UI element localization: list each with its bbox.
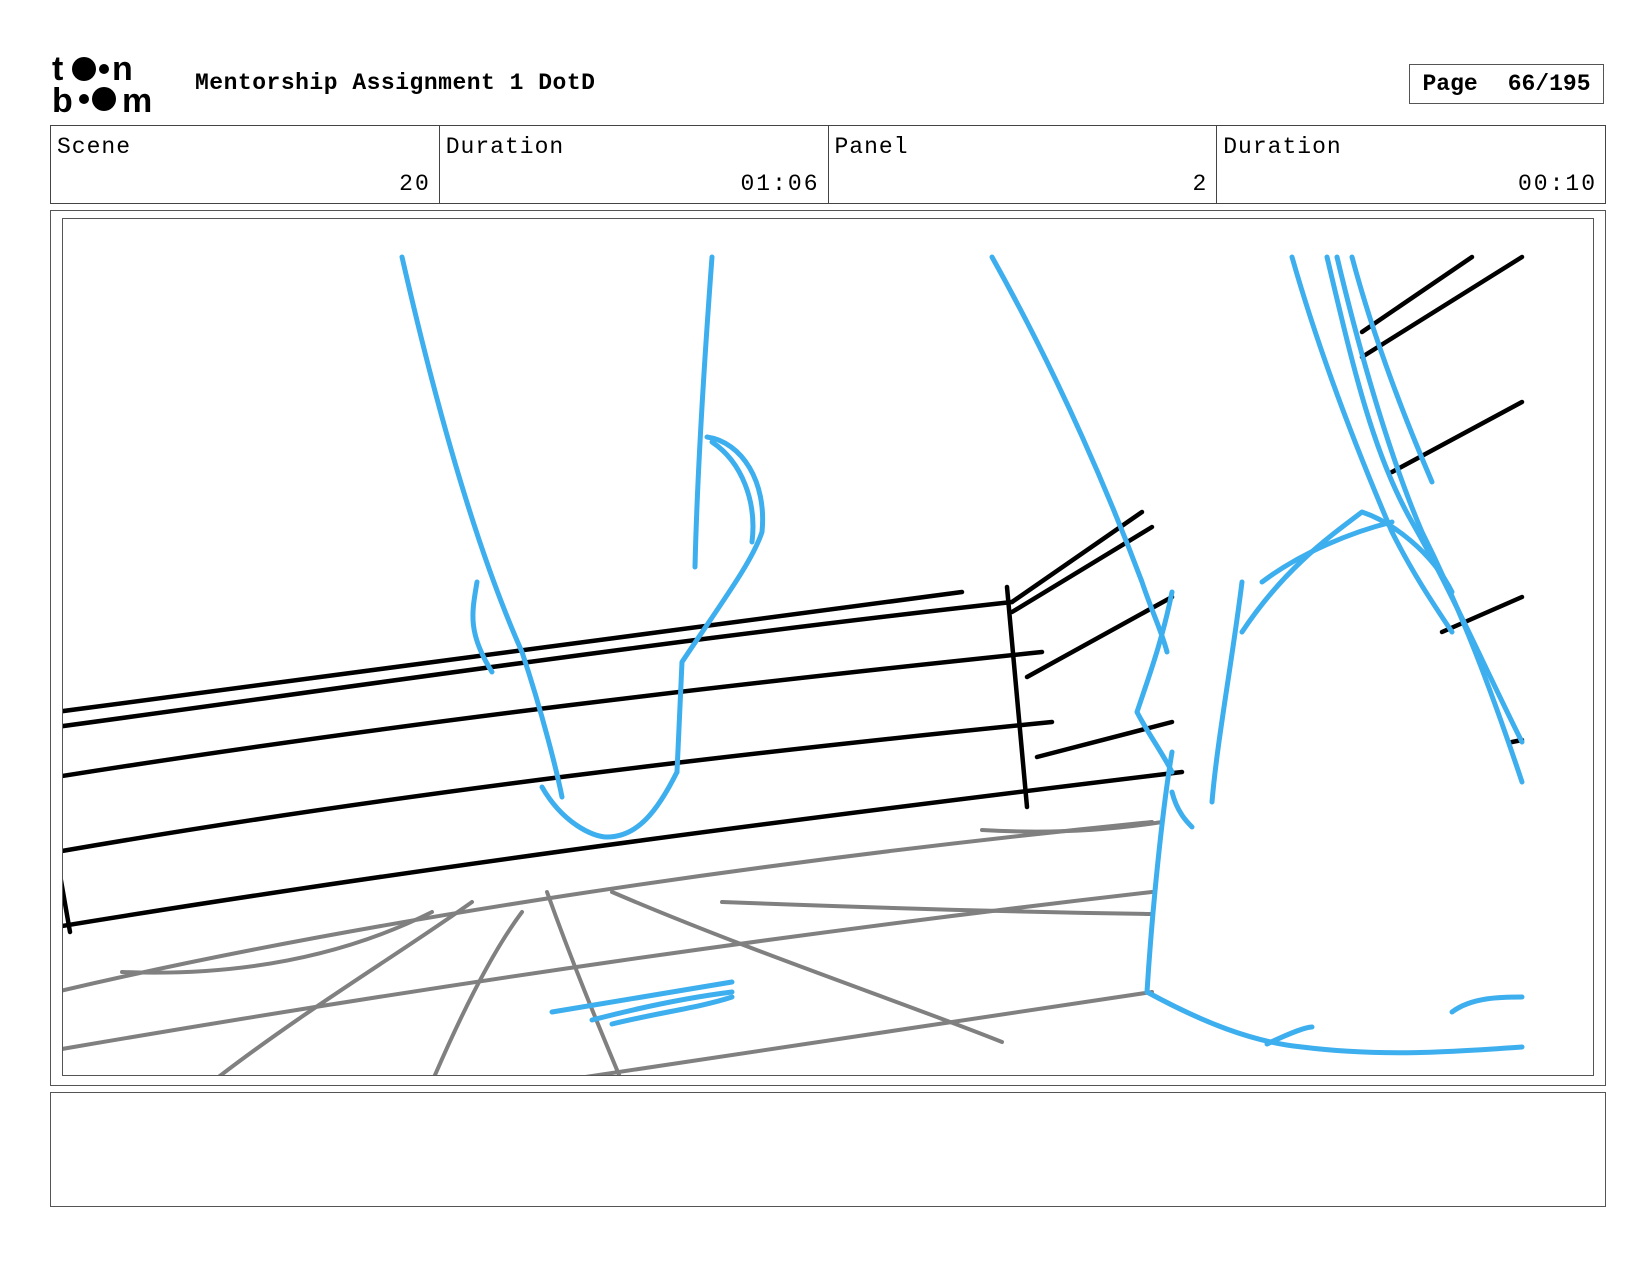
scene-info-row: Scene 20 Duration 01:06 Panel 2 Duration… bbox=[50, 125, 1606, 204]
storyboard-panel-frame bbox=[50, 210, 1606, 1086]
scene-cell: Scene 20 bbox=[51, 126, 440, 203]
toon-boom-logo-mark: t n b m bbox=[52, 52, 152, 116]
page-label: Page bbox=[1422, 71, 1478, 97]
scene-duration-value: 01:06 bbox=[740, 171, 820, 197]
panel-duration-value: 00:10 bbox=[1517, 171, 1597, 197]
panel-duration-label: Duration bbox=[1223, 134, 1342, 160]
scene-duration-cell: Duration 01:06 bbox=[440, 126, 829, 203]
svg-text:m: m bbox=[122, 82, 152, 116]
toon-boom-logo: t n b m bbox=[52, 52, 170, 116]
panel-cell: Panel 2 bbox=[829, 126, 1218, 203]
panel-label: Panel bbox=[834, 134, 909, 160]
scene-value: 20 bbox=[399, 171, 431, 197]
page-indicator: Page 66/195 bbox=[1409, 64, 1604, 104]
page-number: 66/195 bbox=[1507, 71, 1591, 97]
storyboard-panel-image bbox=[62, 218, 1594, 1076]
structure-sketch-lines bbox=[63, 254, 1525, 935]
panel-notes-box bbox=[50, 1092, 1606, 1207]
panel-duration-cell: Duration 00:10 bbox=[1217, 126, 1605, 203]
panel-value: 2 bbox=[1192, 171, 1209, 197]
document-title: Mentorship Assignment 1 DotD bbox=[195, 70, 596, 96]
svg-text:b: b bbox=[52, 82, 73, 116]
floor-sketch-lines bbox=[63, 820, 1164, 1075]
scene-label: Scene bbox=[57, 134, 132, 160]
storyboard-sketch bbox=[63, 254, 1525, 1075]
scene-duration-label: Duration bbox=[445, 134, 565, 160]
